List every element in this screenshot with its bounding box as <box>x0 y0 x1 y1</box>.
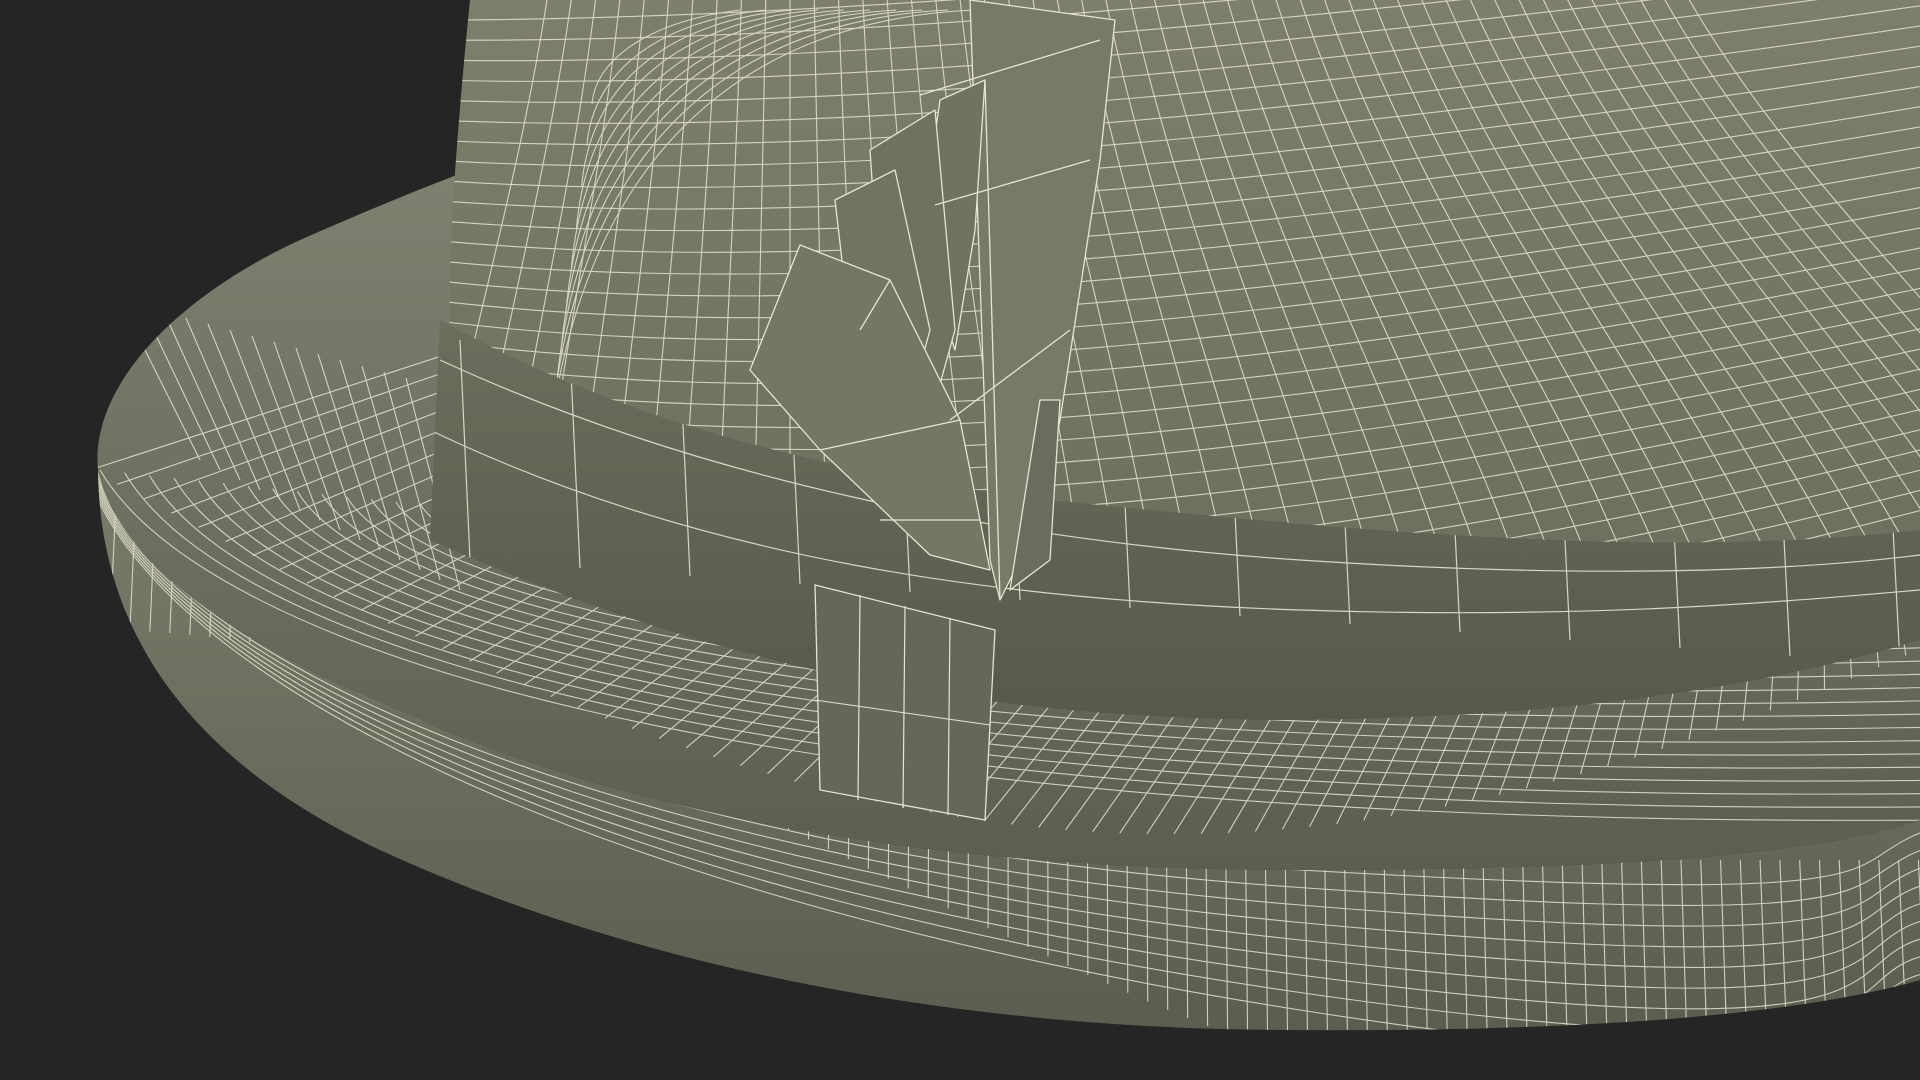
render-viewport <box>0 0 1920 1080</box>
fedora-hat-wireframe-icon <box>0 0 1920 1080</box>
